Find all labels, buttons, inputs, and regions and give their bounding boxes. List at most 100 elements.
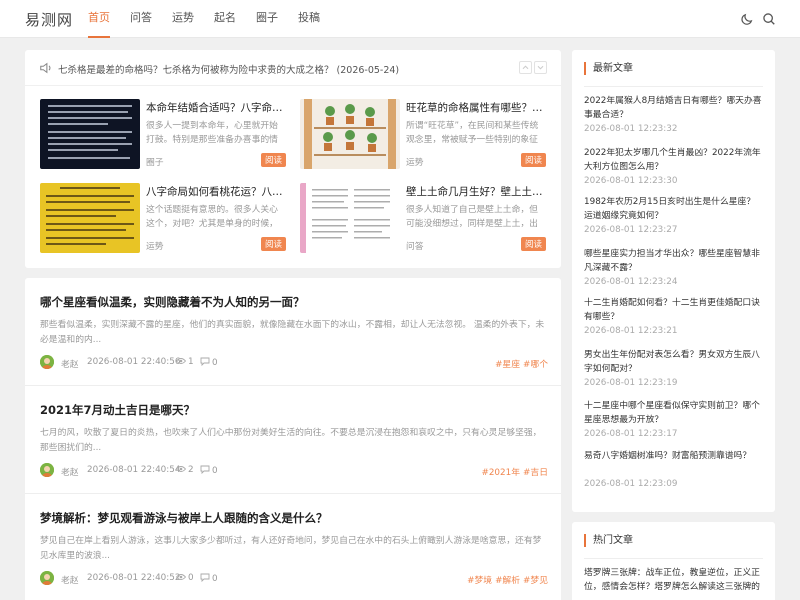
latest-article-item[interactable]: 2022年犯太岁哪几个生肖最凶？2022年流年大利方位图怎么用？ 2026-08… [584, 146, 762, 186]
post-tag[interactable]: #梦见 [523, 576, 548, 586]
featured-thumbnail[interactable] [40, 183, 140, 253]
latest-article-date: 2026-08-01 12:23:09 [584, 479, 678, 489]
hot-articles-widget: 热门文章 塔罗牌三张牌：战车正位，教皇逆位，正义正位，感情会怎样？塔罗牌怎么解读… [572, 522, 775, 600]
hot-article-title[interactable]: 塔罗牌三张牌：战车正位，教皇逆位，正义正位，感情会怎样？塔罗牌怎么解读这三张牌的 [584, 566, 762, 594]
latest-article-date: 2026-08-01 12:23:17 [584, 429, 678, 439]
eye-icon [176, 358, 186, 364]
read-button[interactable]: 阅读 [520, 153, 546, 167]
comment-icon [200, 465, 210, 474]
post-author[interactable]: 老赵 [61, 465, 79, 478]
comment-icon [200, 357, 210, 366]
post-author[interactable]: 老赵 [61, 573, 79, 586]
nav-qa[interactable]: 问答 [130, 0, 152, 38]
author-avatar[interactable] [40, 355, 54, 369]
post-tag[interactable]: #解析 [495, 576, 520, 586]
hot-article-item[interactable]: 塔罗牌三张牌：战车正位，教皇逆位，正义正位，感情会怎样？塔罗牌怎么解读这三张牌的 [584, 566, 762, 594]
featured-thumbnail[interactable] [300, 183, 400, 253]
post-tags: #星座 #哪个 [492, 357, 548, 370]
featured-card: 七杀格是最差的命格吗？七杀格为何被称为险中求贵的大成之格？ (2026-05-2… [25, 50, 561, 268]
latest-article-item[interactable]: 易奇八字婚姻树准吗？财富船预测靠谱吗？ 2026-08-01 12:23:09 [584, 449, 762, 489]
featured-thumbnail[interactable] [300, 99, 400, 169]
featured-category[interactable]: 运势 [146, 239, 164, 252]
hot-articles-title: 热门文章 [584, 534, 633, 547]
featured-item[interactable]: 八字命局如何看桃花运？八字中的桃花星 这个话题挺有意思的。很多人关心这个，对吧？… [40, 183, 288, 255]
latest-article-title[interactable]: 1982年农历2月15日亥时出生是什么星座？运道姻缘究竟如何？ [584, 195, 762, 223]
author-avatar[interactable] [40, 463, 54, 477]
search-icon[interactable] [762, 12, 776, 26]
speaker-icon [40, 62, 51, 74]
read-button[interactable]: 阅读 [520, 237, 546, 251]
post-tags: #2021年 #吉日 [478, 465, 548, 478]
post-title[interactable]: 哪个星座看似温柔，实则隐藏着不为人知的另一面？ [40, 294, 305, 310]
latest-article-item[interactable]: 十二星座中哪个星座看似保守实则前卫？哪个星座思想最为开放？ 2026-08-01… [584, 399, 762, 439]
post-tag[interactable]: #哪个 [523, 360, 548, 370]
notice-prev-icon[interactable] [519, 61, 532, 74]
featured-category[interactable]: 圈子 [146, 155, 164, 168]
notice-next-icon[interactable] [534, 61, 547, 74]
post-item[interactable]: 梦境解析：梦见观看游泳与被岸上人跟随的含义是什么？ 梦见自己在岸上看别人游泳，这… [25, 494, 561, 600]
post-tag[interactable]: #梦境 [467, 576, 492, 586]
notice-bar: 七杀格是最差的命格吗？七杀格为何被称为险中求贵的大成之格？ (2026-05-2… [25, 50, 561, 86]
nav-fortune[interactable]: 运势 [172, 0, 194, 38]
main-nav: 首页 问答 运势 起名 圈子 投稿 [88, 0, 340, 38]
latest-article-title[interactable]: 易奇八字婚姻树准吗？财富船预测靠谱吗？ [584, 449, 762, 477]
site-logo[interactable]: 易测网 [25, 9, 73, 30]
latest-article-item[interactable]: 2022年属猴人8月结婚吉日有哪些？哪天办喜事最合适？ 2026-08-01 1… [584, 94, 762, 134]
comment-count: 0 [212, 466, 218, 476]
latest-article-item[interactable]: 十二生肖婚配如何看？十二生肖更佳婚配口诀有哪些？ 2026-08-01 12:2… [584, 296, 762, 336]
nav-circle[interactable]: 圈子 [256, 0, 278, 38]
notice-text[interactable]: 七杀格是最差的命格吗？七杀格为何被称为险中求贵的大成之格？ (2026-05-2… [58, 62, 399, 76]
post-tag[interactable]: #2021年 [481, 468, 520, 478]
comment-count: 0 [212, 574, 218, 584]
post-meta: 老赵 2026-08-01 22:40:52 0 0 #梦境 #解析 #梦见 [40, 571, 548, 586]
nav-naming[interactable]: 起名 [214, 0, 236, 38]
latest-article-item[interactable]: 男女出生年份配对表怎么看？男女双方生辰八字如何配对？ 2026-08-01 12… [584, 348, 762, 388]
latest-article-date: 2026-08-01 12:23:19 [584, 378, 678, 388]
title-divider [584, 86, 763, 87]
latest-article-title[interactable]: 哪些星座实力担当才华出众？哪些星座智慧非凡深藏不露？ [584, 247, 762, 275]
latest-article-title[interactable]: 2022年属猴人8月结婚吉日有哪些？哪天办喜事最合适？ [584, 94, 762, 122]
read-button[interactable]: 阅读 [260, 153, 286, 167]
post-author[interactable]: 老赵 [61, 357, 79, 370]
featured-thumbnail[interactable] [40, 99, 140, 169]
post-comments: 0 [200, 465, 218, 476]
nav-submit[interactable]: 投稿 [298, 0, 320, 38]
featured-item[interactable]: 壁上土命几月生好？壁上土命的人性格 很多人知道了自己是壁上土命，但可能没细想过，… [300, 183, 548, 255]
latest-article-item[interactable]: 1982年农历2月15日亥时出生是什么星座？运道姻缘究竟如何？ 2026-08-… [584, 195, 762, 235]
post-tag[interactable]: #星座 [495, 360, 520, 370]
post-title[interactable]: 2021年7月动土吉日是哪天？ [40, 402, 195, 418]
featured-category[interactable]: 问答 [406, 239, 424, 252]
latest-article-item[interactable]: 哪些星座实力担当才华出众？哪些星座智慧非凡深藏不露？ 2026-08-01 12… [584, 247, 762, 287]
featured-title[interactable]: 八字命局如何看桃花运？八字中的桃花星 [146, 184, 286, 199]
latest-article-title[interactable]: 十二星座中哪个星座看似保守实则前卫？哪个星座思想最为开放？ [584, 399, 762, 427]
featured-title[interactable]: 本命年结婚合适吗？八字命理中的婚期选择 [146, 100, 286, 115]
dark-mode-moon-icon[interactable] [740, 12, 754, 26]
author-avatar[interactable] [40, 571, 54, 585]
view-count: 1 [188, 357, 194, 367]
post-date: 2026-08-01 22:40:56 [87, 357, 181, 367]
featured-desc: 这个话题挺有意思的。很多人关心这个，对吧？尤其是单身的时候，或…… [146, 205, 278, 229]
post-excerpt: 梦见自己在岸上看别人游泳，这事儿大家多少都听过，有人还好奇地问，梦见自己在水中的… [40, 536, 542, 561]
latest-article-title[interactable]: 男女出生年份配对表怎么看？男女双方生辰八字如何配对？ [584, 348, 762, 376]
post-views: 1 [176, 357, 194, 367]
post-item[interactable]: 哪个星座看似温柔，实则隐藏着不为人知的另一面？ 那些看似温柔，实则深藏不露的星座… [25, 278, 561, 386]
post-list: 哪个星座看似温柔，实则隐藏着不为人知的另一面？ 那些看似温柔，实则深藏不露的星座… [25, 278, 561, 600]
featured-item[interactable]: 本命年结婚合适吗？八字命理中的婚期选择 很多人一提到本命年，心里就开始打鼓。特别… [40, 99, 288, 171]
featured-title[interactable]: 壁上土命几月生好？壁上土命的人性格 [406, 184, 546, 199]
featured-category[interactable]: 运势 [406, 155, 424, 168]
post-date: 2026-08-01 22:40:54 [87, 465, 181, 475]
latest-article-title[interactable]: 2022年犯太岁哪几个生肖最凶？2022年流年大利方位图怎么用？ [584, 146, 762, 174]
nav-home[interactable]: 首页 [88, 0, 110, 38]
post-title[interactable]: 梦境解析：梦见观看游泳与被岸上人跟随的含义是什么？ [40, 510, 328, 526]
featured-desc: 很多人知道了自己是壁上土命，但可能没细想过，同样是壁上土，出生…… [406, 205, 538, 229]
title-divider [584, 558, 763, 559]
post-item[interactable]: 2021年7月动土吉日是哪天？ 七月的风，吹散了夏日的炎热，也吹来了人们心中那份… [25, 386, 561, 494]
latest-article-title[interactable]: 十二生肖婚配如何看？十二生肖更佳婚配口诀有哪些？ [584, 296, 762, 324]
post-excerpt: 那些看似温柔，实则深藏不露的星座，他们的真实面貌，就像隐藏在水面下的冰山，不露相… [40, 320, 545, 345]
featured-item[interactable]: 旺花草的命格属性有哪些？哪些人适合 所谓“旺花草”，在民间和某些传统观念里，常被… [300, 99, 548, 171]
latest-article-date: 2026-08-01 12:23:24 [584, 277, 678, 287]
post-tag[interactable]: #吉日 [523, 468, 548, 478]
featured-desc: 很多人一提到本命年，心里就开始打鼓。特别是那些准备办喜事的情侣…… [146, 121, 278, 145]
read-button[interactable]: 阅读 [260, 237, 286, 251]
featured-title[interactable]: 旺花草的命格属性有哪些？哪些人适合 [406, 100, 546, 115]
